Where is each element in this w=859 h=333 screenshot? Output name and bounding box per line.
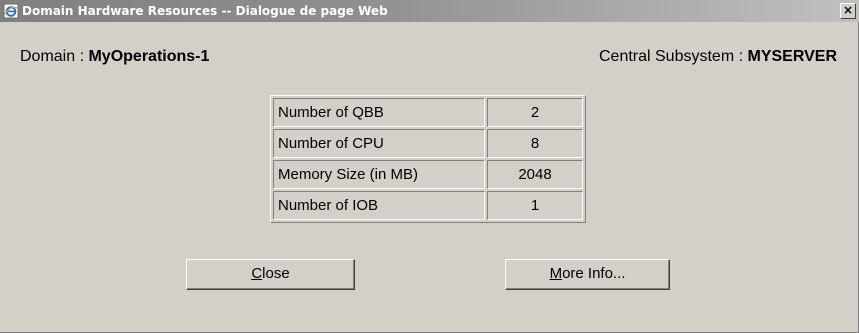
more-info-button[interactable]: More Info... bbox=[505, 259, 670, 290]
subsystem-info: Central Subsystem : MYSERVER bbox=[599, 48, 837, 66]
domain-label: Domain : bbox=[20, 48, 89, 65]
resource-label: Memory Size (in MB) bbox=[273, 160, 485, 189]
subsystem-value: MYSERVER bbox=[747, 48, 837, 65]
title-bar[interactable]: Domain Hardware Resources -- Dialogue de… bbox=[0, 0, 859, 22]
close-icon[interactable]: × bbox=[840, 3, 856, 19]
dialog-window: Domain Hardware Resources -- Dialogue de… bbox=[0, 0, 859, 333]
more-info-button-label: ore Info... bbox=[562, 265, 626, 282]
close-button[interactable]: Close bbox=[186, 259, 355, 290]
subsystem-label: Central Subsystem : bbox=[598, 48, 748, 65]
resource-value: 8 bbox=[487, 129, 583, 158]
resource-label: Number of IOB bbox=[273, 191, 485, 220]
close-button-accel: C bbox=[251, 265, 263, 282]
ie-page-icon bbox=[3, 3, 19, 19]
resource-value: 2 bbox=[487, 98, 583, 127]
resource-value: 1 bbox=[487, 191, 583, 220]
table-row: Number of QBB 2 bbox=[273, 98, 583, 127]
resource-value: 2048 bbox=[487, 160, 583, 189]
table-row: Number of IOB 1 bbox=[273, 191, 583, 220]
more-info-button-accel: M bbox=[549, 265, 563, 282]
resources-table: Number of QBB 2 Number of CPU 8 Memory S… bbox=[270, 95, 586, 223]
close-button-label: lose bbox=[262, 265, 290, 282]
table-row: Memory Size (in MB) 2048 bbox=[273, 160, 583, 189]
domain-value: MyOperations-1 bbox=[88, 48, 210, 65]
resource-label: Number of CPU bbox=[273, 129, 485, 158]
resource-label: Number of QBB bbox=[273, 98, 485, 127]
window-title: Domain Hardware Resources -- Dialogue de… bbox=[22, 4, 388, 18]
domain-info: Domain : MyOperations-1 bbox=[20, 48, 209, 66]
table-row: Number of CPU 8 bbox=[273, 129, 583, 158]
